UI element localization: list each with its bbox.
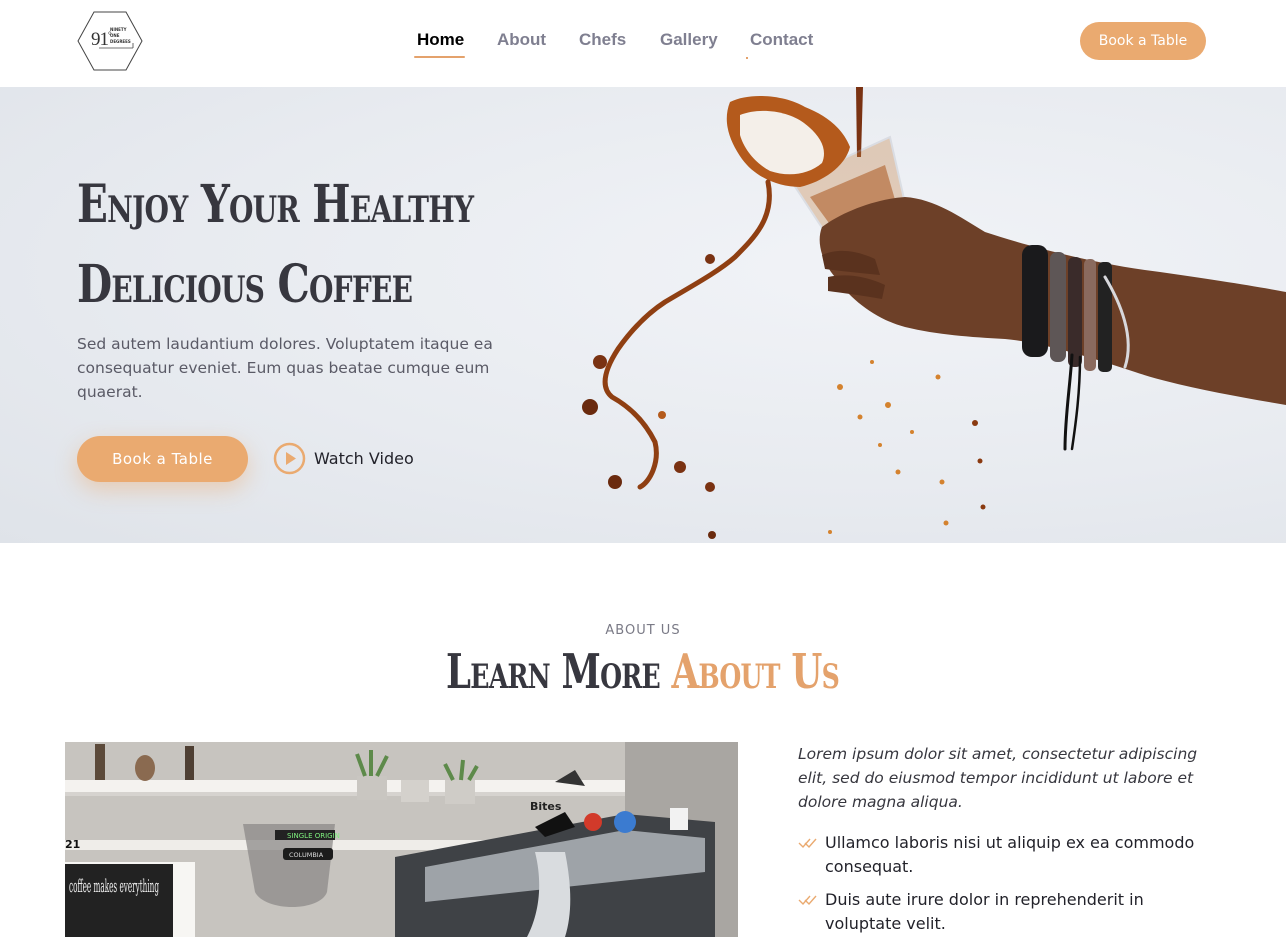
double-check-icon [798, 838, 817, 849]
play-circle-icon [273, 442, 306, 475]
checklist-item: Ullamco laboris nisi ut aliquip ex ea co… [798, 831, 1218, 879]
about-kicker: ABOUT US [605, 623, 681, 638]
about-title-accent: About Us [672, 644, 840, 700]
nav-contact[interactable]: Contact [750, 30, 813, 50]
about-lead-text: Lorem ipsum dolor sit amet, consectetur … [798, 745, 1198, 811]
about-checklist: Ullamco laboris nisi ut aliquip ex ea co… [798, 831, 1218, 937]
watch-video-label: Watch Video [314, 449, 414, 468]
about-coffee-bar-image: coffee makes everything 21 SINGLE ORIGIN… [65, 742, 738, 937]
checklist-item-text: Ullamco laboris nisi ut aliquip ex ea co… [825, 833, 1195, 876]
checklist-item: Duis aute irure dolor in reprehenderit i… [798, 888, 1218, 936]
grinder-tag: SINGLE ORIGIN [287, 832, 340, 840]
header-book-table-button[interactable]: Book a Table [1080, 22, 1206, 60]
chalk-sign-text: coffee makes everything [69, 876, 159, 897]
hero-title-line1: Enjoy Your Healthy [77, 174, 474, 235]
grinder-sub-tag: COLUMBIA [289, 851, 324, 859]
hero-section: Enjoy Your Healthy Delicious Coffee Sed … [0, 87, 1286, 543]
nav-about[interactable]: About [497, 30, 546, 50]
hero-description: Sed autem laudantium dolores. Voluptatem… [77, 335, 493, 401]
about-title-plain: Learn More [446, 644, 662, 700]
coffee-splash-image [582, 87, 1286, 539]
counter-number: 21 [65, 838, 80, 851]
double-check-icon [798, 895, 817, 906]
nav-hover-indicator [746, 57, 748, 59]
about-title: Learn More About Us [0, 644, 1286, 700]
nav-chefs[interactable]: Chefs [579, 30, 626, 50]
hero-book-table-button[interactable]: Book a Table [77, 436, 248, 482]
nav-gallery[interactable]: Gallery [660, 30, 718, 50]
nav-home[interactable]: Home [417, 30, 464, 50]
checklist-item-text: Duis aute irure dolor in reprehenderit i… [825, 890, 1144, 933]
hero-title-line2: Delicious Coffee [77, 254, 413, 315]
hero-title: Enjoy Your Healthy Delicious Coffee [77, 165, 483, 325]
menu-board-text: Bites [530, 800, 562, 813]
nav-active-indicator [414, 56, 465, 58]
site-header: 91° NINETY ONE DEGREES Home About Chefs … [0, 0, 1286, 87]
